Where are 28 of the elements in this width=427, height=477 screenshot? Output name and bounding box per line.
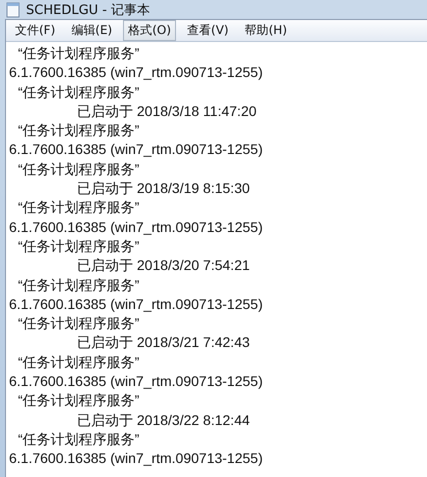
text-line: 已启动于 2018/3/18 11:47:20 xyxy=(77,102,257,119)
text-line: “任务计划程序服务” xyxy=(18,238,140,254)
text-line: 6.1.7600.16385 (win7_rtm.090713-1255) xyxy=(9,296,263,312)
text-line: “任务计划程序服务” xyxy=(18,84,140,100)
text-line: 已启动于 2018/3/19 8:15:30 xyxy=(77,180,250,196)
text-line: 6.1.7600.16385 (win7_rtm.090713-1255) xyxy=(9,373,263,390)
text-line: “任务计划程序服务” xyxy=(18,160,140,177)
text-line: 6.1.7600.16385 (win7_rtm.090713-1255) xyxy=(9,450,263,466)
menu-item[interactable]: 文件(F) xyxy=(10,20,60,41)
text-line: “任务计划程序服务” xyxy=(18,276,140,293)
text-line: 6.1.7600.16385 (win7_rtm.090713-1255) xyxy=(9,218,263,235)
menu-item[interactable]: 帮助(H) xyxy=(240,20,292,41)
text-line: “任务计划程序服务” xyxy=(18,430,140,447)
text-line: 已启动于 2018/3/20 7:54:21 xyxy=(77,257,250,274)
text-line: “任务计划程序服务” xyxy=(18,354,140,370)
text-line: “任务计划程序服务” xyxy=(18,45,140,61)
text-line: 6.1.7600.16385 (win7_rtm.090713-1255) xyxy=(9,64,263,80)
text-line: “任务计划程序服务” xyxy=(18,199,140,216)
text-line: 6.1.7600.16385 (win7_rtm.090713-1255) xyxy=(9,141,263,158)
menu-item[interactable]: 查看(V) xyxy=(182,20,234,41)
menu-item[interactable]: 编辑(E) xyxy=(66,20,118,41)
menu-item[interactable]: 格式(O) xyxy=(123,20,176,41)
text-line: “任务计划程序服务” xyxy=(18,392,140,408)
text-line: “任务计划程序服务” xyxy=(18,122,140,138)
window-title: SCHEDLGU - 记事本 xyxy=(26,2,150,18)
text-line: 已启动于 2018/3/21 7:42:43 xyxy=(77,334,250,350)
text-line: 已启动于 2018/3/22 8:12:44 xyxy=(77,412,250,428)
text-line: “任务计划程序服务” xyxy=(18,315,140,332)
